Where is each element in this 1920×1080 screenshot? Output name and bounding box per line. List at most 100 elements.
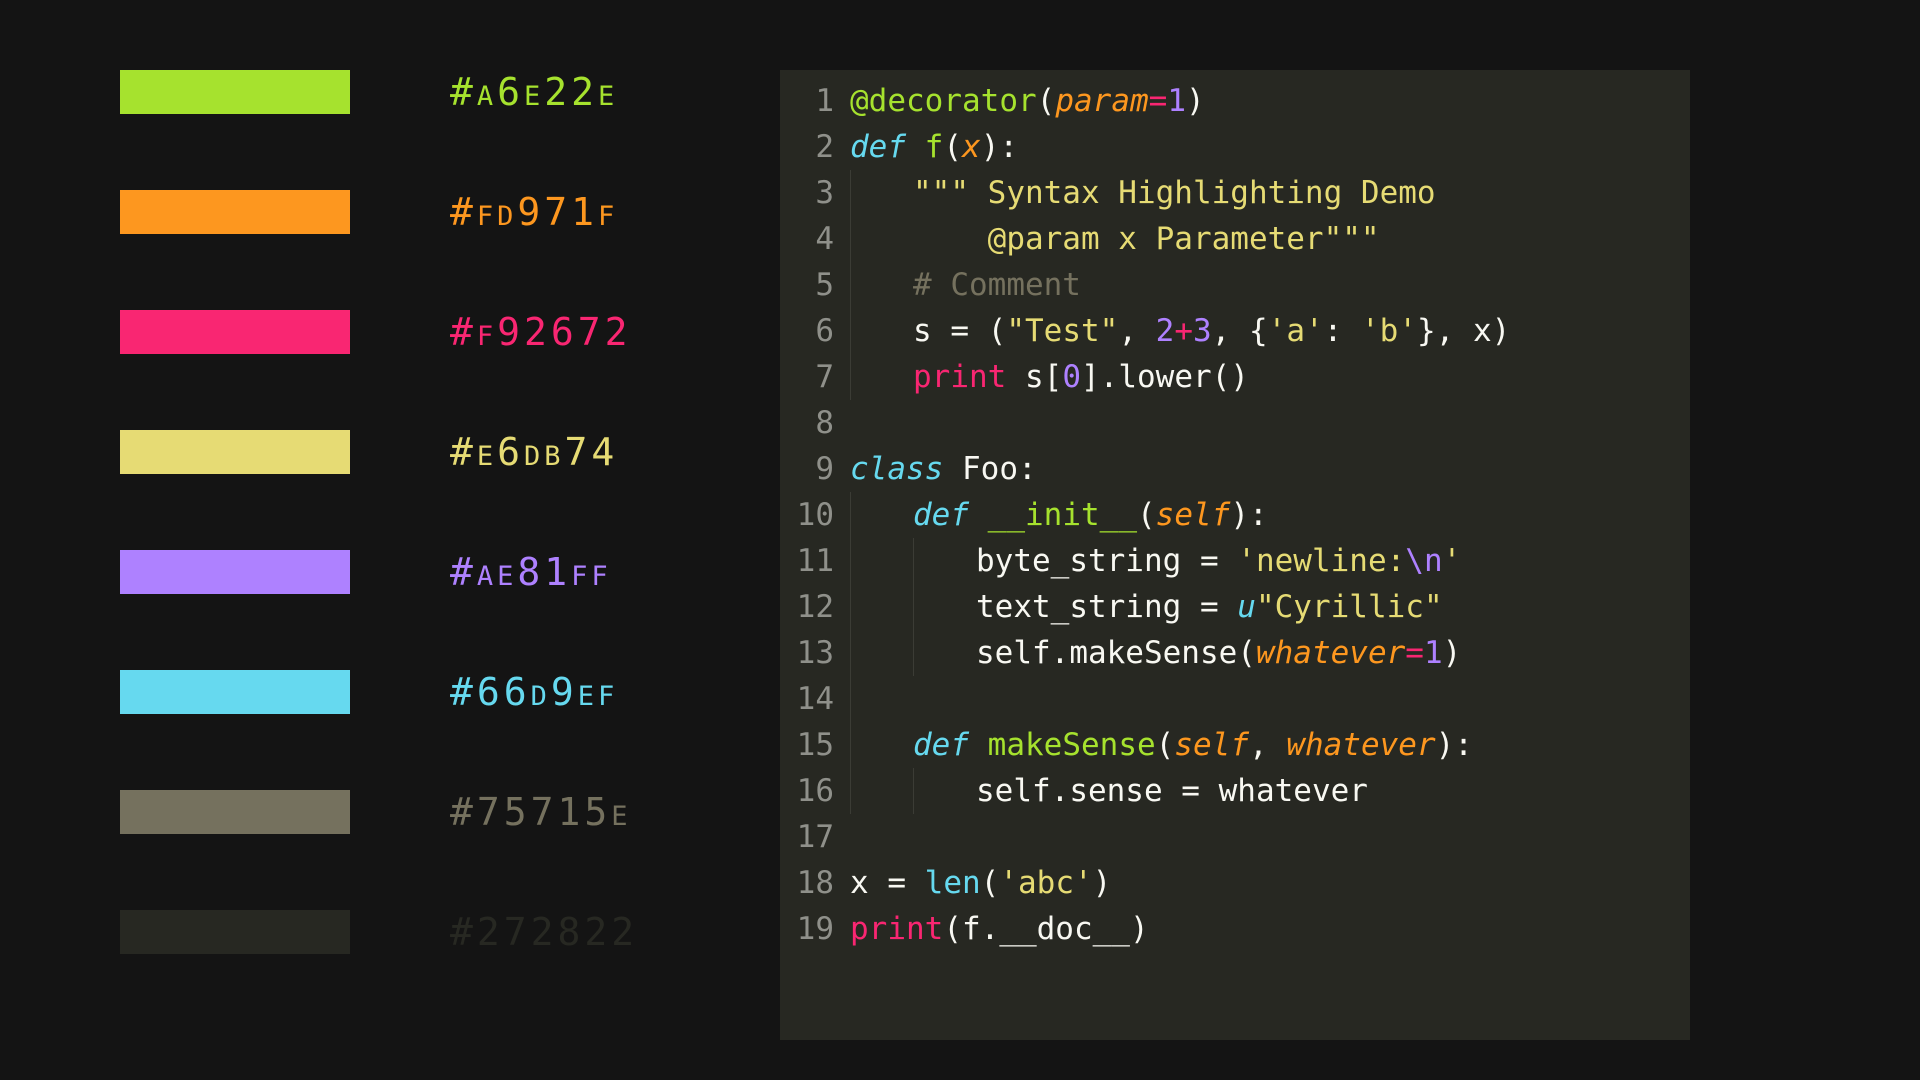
token-number: 3	[1193, 313, 1212, 349]
token-punct: ,	[1212, 313, 1249, 349]
code-wrap: 1 @decorator(param=1) 2 def f(x): 3 """ …	[780, 70, 1880, 1040]
token-punct: )	[1443, 635, 1462, 671]
token-punct: {	[1249, 313, 1268, 349]
token-stmt: self.sense = whatever	[976, 773, 1368, 809]
swatch-row: #AE81FF	[120, 550, 780, 594]
line-number: 1	[794, 78, 850, 124]
line-number: 11	[794, 538, 850, 584]
token-punct: s[	[1006, 359, 1062, 395]
code-line: 8	[794, 400, 1676, 446]
token-string: 'a'	[1268, 313, 1324, 349]
code-line: 18 x = len('abc')	[794, 860, 1676, 906]
token-punct: (	[988, 313, 1007, 349]
swatch-hex-label: #75715E	[450, 790, 632, 834]
token-func-name: makeSense	[988, 727, 1156, 763]
code-line: 9 class Foo:	[794, 446, 1676, 492]
code-line: 1 @decorator(param=1)	[794, 78, 1676, 124]
swatch-gray	[120, 790, 350, 834]
token-punct: )	[1093, 865, 1112, 901]
token-var: s	[913, 313, 932, 349]
line-number: 6	[794, 308, 850, 354]
stage: #A6E22E #FD971F #F92672 #E6DB74 #AE81FF …	[0, 0, 1920, 1080]
token-decorator-at: @	[850, 83, 869, 119]
token-keyword: def	[913, 727, 969, 763]
line-number: 2	[794, 124, 850, 170]
token-punct: }	[1417, 313, 1436, 349]
token-punct: ):	[1230, 497, 1267, 533]
token-number: 1	[1167, 83, 1186, 119]
code-line: 7 print s[0].lower()	[794, 354, 1676, 400]
code-line: 17	[794, 814, 1676, 860]
swatch-row: #FD971F	[120, 190, 780, 234]
token-punct: (	[943, 129, 962, 165]
token-punct: ,	[1118, 313, 1155, 349]
line-number: 15	[794, 722, 850, 768]
code-line: 5 # Comment	[794, 262, 1676, 308]
code-line: 3 """ Syntax Highlighting Demo	[794, 170, 1676, 216]
token-keyword: print	[913, 359, 1006, 395]
code-line: 11 byte_string = 'newline:\n'	[794, 538, 1676, 584]
line-number: 14	[794, 676, 850, 722]
token-keyword: def	[850, 129, 906, 165]
token-arg: whatever	[1286, 727, 1435, 763]
token-keyword: print	[850, 911, 943, 947]
line-number: 10	[794, 492, 850, 538]
token-class-name: Foo:	[943, 451, 1036, 487]
token-punct: :	[1324, 313, 1361, 349]
token-punct: ):	[981, 129, 1018, 165]
swatch-row: #272822	[120, 910, 780, 954]
swatch-hex-label: #F92672	[450, 310, 632, 354]
token-operator: =	[1405, 635, 1424, 671]
line-number: 18	[794, 860, 850, 906]
swatch-row: #75715E	[120, 790, 780, 834]
line-number: 16	[794, 768, 850, 814]
token-docstring: """ Syntax Highlighting Demo	[913, 175, 1436, 211]
code-line: 14	[794, 676, 1676, 722]
token-number: 2	[1156, 313, 1175, 349]
code-block: 1 @decorator(param=1) 2 def f(x): 3 """ …	[780, 70, 1690, 1040]
line-number: 7	[794, 354, 850, 400]
code-line: 19 print(f.__doc__)	[794, 906, 1676, 952]
token-punct: ].lower()	[1081, 359, 1249, 395]
token-string: '	[1443, 543, 1462, 579]
token-punct: , x	[1436, 313, 1492, 349]
token-var: text_string =	[976, 589, 1237, 625]
token-func-name: __init__	[988, 497, 1137, 533]
token-punct: (f.__doc__)	[943, 911, 1148, 947]
token-punct: (	[981, 865, 1000, 901]
token-arg: self	[1174, 727, 1249, 763]
token-string: "Test"	[1006, 313, 1118, 349]
token-arg: x	[962, 129, 981, 165]
token-comment: # Comment	[913, 267, 1081, 303]
line-number: 17	[794, 814, 850, 860]
line-number: 13	[794, 630, 850, 676]
token-arg: self	[1156, 497, 1231, 533]
line-number: 3	[794, 170, 850, 216]
line-number: 8	[794, 400, 850, 446]
token-kwarg: whatever	[1256, 635, 1405, 671]
token-decorator-name: decorator	[869, 83, 1037, 119]
token-string: 'b'	[1361, 313, 1417, 349]
token-prefix: u	[1237, 589, 1256, 625]
swatch-cyan	[120, 670, 350, 714]
token-escape: \n	[1405, 543, 1442, 579]
swatch-row: #66D9EF	[120, 670, 780, 714]
token-punct: ):	[1436, 727, 1473, 763]
code-line: 10 def __init__(self):	[794, 492, 1676, 538]
code-line: 16 self.sense = whatever	[794, 768, 1676, 814]
code-line: 13 self.makeSense(whatever=1)	[794, 630, 1676, 676]
code-line: 12 text_string = u"Cyrillic"	[794, 584, 1676, 630]
swatch-row: #A6E22E	[120, 70, 780, 114]
token-number: 0	[1062, 359, 1081, 395]
token-keyword: class	[850, 451, 943, 487]
token-string: 'abc'	[999, 865, 1092, 901]
swatch-row: #F92672	[120, 310, 780, 354]
token-punct: (	[1156, 727, 1175, 763]
token-docstring: @param x Parameter"""	[913, 221, 1380, 257]
swatch-hex-label: #272822	[450, 910, 638, 954]
swatch-pink	[120, 310, 350, 354]
line-number: 4	[794, 216, 850, 262]
token-punct: )	[1492, 313, 1511, 349]
swatch-orange	[120, 190, 350, 234]
token-var: x =	[850, 865, 925, 901]
